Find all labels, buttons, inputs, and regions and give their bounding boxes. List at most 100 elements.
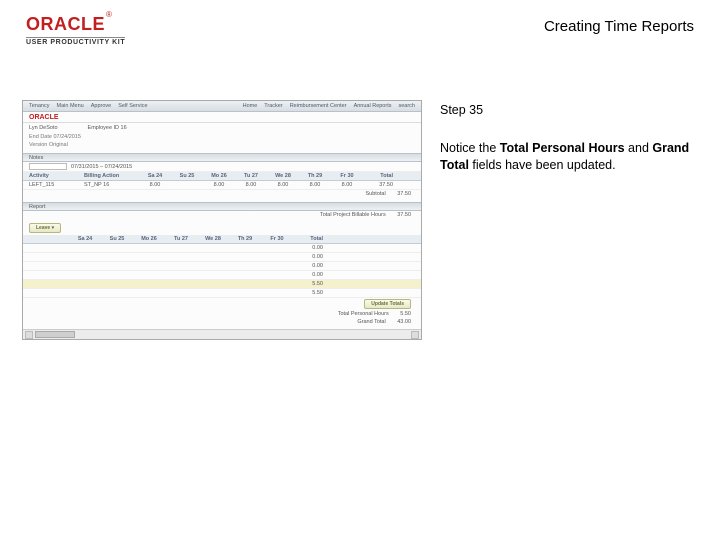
col-billing: Billing Action	[84, 173, 139, 179]
billable-hours-row: Total Project Billable Hours 37.50	[23, 211, 421, 219]
grid2-row: 5.50	[23, 289, 421, 298]
grid2-row: 0.00	[23, 253, 421, 262]
row-total: 0.00	[293, 254, 323, 260]
brand-block: ORACLE® USER PRODUCTIVITY KIT	[26, 14, 125, 46]
row-total: 5.50	[293, 290, 323, 296]
instruction-part: fields have been updated.	[469, 158, 616, 172]
row-total: 0.00	[293, 263, 323, 269]
col-day: We 28	[197, 236, 229, 242]
content: Tenancy Main Menu Approve Self Service H…	[0, 100, 720, 340]
report-band-label: Report	[29, 204, 46, 210]
cell[interactable]: ST_NP 16	[84, 182, 139, 188]
col-day: Mo 26	[133, 236, 165, 242]
cell[interactable]: 8.00	[299, 182, 331, 188]
grid1-subtotal: Subtotal 37.50	[23, 190, 421, 198]
total-personal-hours-row: Total Personal Hours 5.50	[23, 310, 421, 318]
cell-total: 37.50	[363, 182, 393, 188]
grand-total-value: 43.00	[397, 319, 411, 325]
date-range-row: 07/31/2015 – 07/24/2015	[23, 162, 421, 172]
grid2-row-highlight: 5.50	[23, 280, 421, 289]
report-meta: End Date 07/24/2015	[23, 133, 421, 141]
nav-item[interactable]: Self Service	[118, 103, 147, 109]
grand-total-row: Grand Total 43.00	[23, 318, 421, 326]
brand-product-line: USER PRODUCTIVITY KIT	[26, 37, 125, 46]
report-band: Report	[23, 202, 421, 211]
grid2-row: 0.00	[23, 262, 421, 271]
update-totals-button[interactable]: Update Totals	[364, 299, 411, 309]
instruction-text: Notice the Total Personal Hours and Gran…	[440, 140, 698, 175]
report-meta-2: Version Original	[23, 141, 421, 149]
app-screenshot: Tenancy Main Menu Approve Self Service H…	[22, 100, 422, 340]
update-totals-row: Update Totals	[23, 298, 421, 310]
app-navbar: Tenancy Main Menu Approve Self Service H…	[23, 101, 421, 112]
col-activity: Activity	[29, 173, 84, 179]
col-day: Su 25	[101, 236, 133, 242]
grid2-row: 0.00	[23, 271, 421, 280]
grid2-header: Sa 24 Su 25 Mo 26 Tu 27 We 28 Th 29 Fr 3…	[23, 235, 421, 244]
step-label: Step 35	[440, 102, 698, 120]
employee-id: Employee ID 16	[88, 125, 127, 131]
grid2-row: 0.00	[23, 244, 421, 253]
nav-item[interactable]: Tenancy	[29, 103, 50, 109]
grid1-header: Activity Billing Action Sa 24 Su 25 Mo 2…	[23, 172, 421, 181]
date-range-input[interactable]	[29, 163, 67, 170]
nav-item[interactable]: Home	[243, 103, 258, 109]
header: ORACLE® USER PRODUCTIVITY KIT Creating T…	[0, 0, 720, 50]
subtotal-value: 37.50	[397, 191, 411, 197]
oracle-logo: ORACLE®	[26, 14, 125, 35]
employee-meta: Lyn DeSoto Employee ID 16	[23, 123, 421, 133]
col-total: Total	[293, 236, 323, 242]
nav-item[interactable]: Reimbursement Center	[290, 103, 347, 109]
col-day: Th 29	[299, 173, 331, 179]
leave-section: Leave ▾	[29, 223, 421, 233]
col-day: Tu 27	[235, 173, 267, 179]
nav-item[interactable]: Approve	[91, 103, 112, 109]
scroll-right-icon[interactable]	[411, 331, 419, 339]
notes-band: Notes	[23, 153, 421, 162]
col-day: Tu 27	[165, 236, 197, 242]
col-day: Fr 30	[331, 173, 363, 179]
version-label: Version Original	[29, 142, 68, 148]
nav-item[interactable]: Tracker	[264, 103, 282, 109]
cell[interactable]: LEFT_115	[29, 182, 84, 188]
col-day: Sa 24	[69, 236, 101, 242]
scroll-left-icon[interactable]	[25, 331, 33, 339]
cell[interactable]: 8.00	[267, 182, 299, 188]
nav-item[interactable]: Annual Reports	[354, 103, 392, 109]
instruction-bold-1: Total Personal Hours	[500, 141, 625, 155]
col-day: Mo 26	[203, 173, 235, 179]
nav-item[interactable]: search	[398, 103, 415, 109]
grid1-row: LEFT_115 ST_NP 16 8.00 8.00 8.00 8.00 8.…	[23, 181, 421, 190]
billable-hours-label: Total Project Billable Hours	[320, 212, 386, 218]
cell[interactable]: 8.00	[235, 182, 267, 188]
screenshot-panel: Tenancy Main Menu Approve Self Service H…	[22, 100, 422, 340]
row-total: 0.00	[293, 245, 323, 251]
horizontal-scrollbar[interactable]	[23, 329, 421, 339]
subtotal-label: Subtotal	[366, 191, 386, 197]
grand-total-label: Grand Total	[357, 319, 385, 325]
scroll-thumb[interactable]	[35, 331, 75, 338]
app-oracle-logo: ORACLE	[23, 112, 421, 123]
instruction-part: and	[625, 141, 653, 155]
leave-dropdown[interactable]: Leave ▾	[29, 223, 61, 233]
instruction-panel: Step 35 Notice the Total Personal Hours …	[440, 100, 698, 340]
col-day: Su 25	[171, 173, 203, 179]
col-day: Fr 30	[261, 236, 293, 242]
row-total: 0.00	[293, 272, 323, 278]
employee-name: Lyn DeSoto	[29, 125, 58, 131]
total-personal-hours-value: 5.50	[400, 311, 411, 317]
col-total: Total	[363, 173, 393, 179]
nav-item[interactable]: Main Menu	[57, 103, 84, 109]
billable-hours-value: 37.50	[397, 212, 411, 218]
col-day: Th 29	[229, 236, 261, 242]
total-personal-hours-label: Total Personal Hours	[338, 311, 389, 317]
end-date-label: End Date 07/24/2015	[29, 134, 81, 140]
cell[interactable]: 8.00	[139, 182, 171, 188]
row-total: 5.50	[293, 281, 323, 287]
cell[interactable]: 8.00	[331, 182, 363, 188]
instruction-part: Notice the	[440, 141, 500, 155]
oracle-logo-text: ORACLE	[26, 14, 105, 34]
page-title: Creating Time Reports	[544, 14, 694, 35]
col-day: We 28	[267, 173, 299, 179]
cell[interactable]: 8.00	[203, 182, 235, 188]
